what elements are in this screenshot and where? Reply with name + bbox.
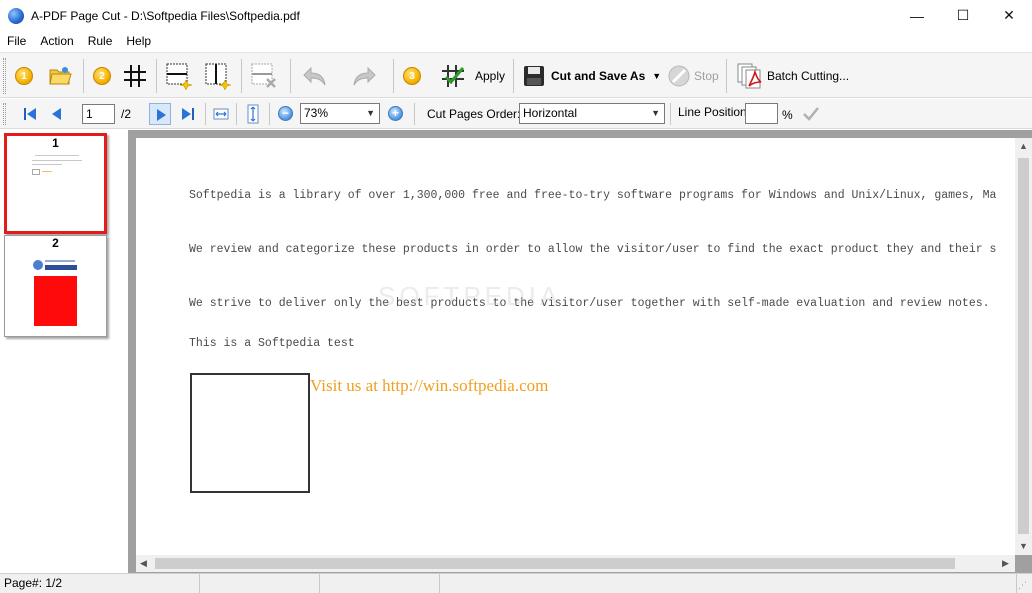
fit-height-icon[interactable] xyxy=(245,104,261,124)
menu-rule[interactable]: Rule xyxy=(81,31,120,51)
vertical-scrollbar[interactable]: ▲ ▼ xyxy=(1015,138,1032,555)
red-content-block xyxy=(34,276,77,326)
thumbnail-number: 2 xyxy=(52,236,59,250)
zoom-value: 73% xyxy=(304,106,329,120)
step1-badge: 1 xyxy=(15,61,33,91)
status-bar: Page#: 1/2 ⋰ xyxy=(0,573,1032,593)
chevron-down-icon: ▼ xyxy=(366,108,375,118)
menu-help[interactable]: Help xyxy=(119,31,158,51)
line-position-input[interactable] xyxy=(745,103,778,124)
title-bar: A-PDF Page Cut - D:\Softpedia Files\Soft… xyxy=(0,0,1032,31)
horizontal-scroll-thumb[interactable] xyxy=(155,558,955,569)
scroll-down-icon[interactable]: ▼ xyxy=(1019,541,1028,551)
thumbnail-page-1[interactable]: 1 xyxy=(4,133,107,234)
add-vertical-line-button[interactable] xyxy=(204,61,232,91)
cut-pages-order-value: Horizontal xyxy=(523,106,578,120)
status-cell xyxy=(320,574,440,593)
resize-grip-icon[interactable]: ⋰ xyxy=(1018,580,1027,591)
app-icon xyxy=(8,7,24,24)
open-file-button[interactable] xyxy=(48,61,72,91)
vertical-scroll-thumb[interactable] xyxy=(1018,158,1029,534)
window-title: A-PDF Page Cut - D:\Softpedia Files\Soft… xyxy=(31,8,300,23)
delete-line-button[interactable] xyxy=(250,61,278,91)
next-page-button[interactable] xyxy=(149,103,171,125)
menu-action[interactable]: Action xyxy=(33,31,80,51)
cut-pages-order-label: Cut Pages Order: xyxy=(427,107,521,121)
thumbnail-number: 1 xyxy=(52,136,59,150)
apply-label: Apply xyxy=(475,69,506,83)
document-text-line: We review and categorize these products … xyxy=(189,243,997,256)
stop-button[interactable]: Stop xyxy=(668,61,719,91)
horizontal-cut-icon xyxy=(166,63,193,90)
horizontal-scrollbar[interactable]: ◀ ▶ xyxy=(136,555,1015,572)
undo-button[interactable] xyxy=(301,61,329,91)
thumbnail-panel: 1 2 xyxy=(0,130,128,573)
redo-button[interactable] xyxy=(350,61,378,91)
stop-label: Stop xyxy=(694,69,719,83)
document-text-line: This is a Softpedia test xyxy=(189,337,355,350)
pdf-page[interactable]: Softpedia is a library of over 1,300,000… xyxy=(136,138,1015,555)
batch-cutting-button[interactable]: Batch Cutting... xyxy=(736,61,849,91)
status-page-info: Page#: 1/2 xyxy=(0,574,200,593)
zoom-out-button[interactable]: − xyxy=(278,106,293,121)
scroll-left-icon[interactable]: ◀ xyxy=(140,558,147,569)
navigation-toolbar: 1 /2 − 73% ▼ + Cut Pages Order: Horizont… xyxy=(0,99,1032,129)
grid-cut-button[interactable] xyxy=(123,61,147,91)
add-horizontal-line-button[interactable] xyxy=(165,61,193,91)
toolbar-grip[interactable] xyxy=(3,103,6,125)
dropdown-arrow-icon[interactable]: ▼ xyxy=(652,71,661,81)
batch-pdf-icon xyxy=(737,63,762,89)
step2-badge: 2 xyxy=(93,61,111,91)
menu-bar: File Action Rule Help xyxy=(0,31,1032,51)
cut-and-save-as-label: Cut and Save As xyxy=(551,69,646,83)
zoom-select[interactable]: 73% ▼ xyxy=(300,103,380,124)
first-page-icon[interactable] xyxy=(22,106,38,122)
status-cell xyxy=(200,574,320,593)
scroll-right-icon[interactable]: ▶ xyxy=(1002,558,1009,569)
vertical-cut-icon xyxy=(205,63,232,90)
document-link-text: Visit us at http://win.softpedia.com xyxy=(310,376,549,395)
cut-and-save-as-button[interactable]: Cut and Save As ▼ xyxy=(523,61,661,91)
stop-icon xyxy=(668,65,690,87)
next-page-icon xyxy=(157,109,166,121)
open-folder-icon xyxy=(49,67,72,85)
confirm-check-icon[interactable] xyxy=(802,106,820,122)
line-position-label: Line Position: xyxy=(678,105,751,119)
redo-icon xyxy=(353,66,376,86)
pdf-reactor-logo xyxy=(33,260,77,270)
minimize-button[interactable]: — xyxy=(894,0,940,31)
document-text-line: Softpedia is a library of over 1,300,000… xyxy=(189,189,997,202)
thumbnail-page-2[interactable]: 2 xyxy=(4,235,107,337)
close-button[interactable]: ✕ xyxy=(986,0,1032,31)
document-text-line: We strive to deliver only the best produ… xyxy=(189,297,990,310)
cut-pages-order-select[interactable]: Horizontal ▼ xyxy=(519,103,665,124)
page-number-input[interactable]: 1 xyxy=(82,104,115,124)
previous-page-icon[interactable] xyxy=(49,106,65,122)
watermark: SOFTPEDIA xyxy=(378,281,562,311)
document-image-box xyxy=(190,373,310,493)
scroll-up-icon[interactable]: ▲ xyxy=(1019,141,1028,151)
last-page-icon[interactable] xyxy=(180,106,196,122)
toolbar-grip[interactable] xyxy=(3,58,6,94)
main-toolbar: 1 2 3 Apply Cut and Save As ▼ Stop Batch… xyxy=(0,52,1032,98)
document-viewer: Softpedia is a library of over 1,300,000… xyxy=(128,130,1032,573)
zoom-in-button[interactable]: + xyxy=(388,106,403,121)
menu-file[interactable]: File xyxy=(0,31,33,51)
batch-cutting-label: Batch Cutting... xyxy=(767,69,850,83)
delete-cut-icon xyxy=(251,63,276,88)
fit-width-icon[interactable] xyxy=(213,106,229,122)
apply-button[interactable]: Apply xyxy=(440,61,505,91)
maximize-button[interactable]: ☐ xyxy=(940,0,986,31)
grid-icon xyxy=(124,65,146,87)
percent-label: % xyxy=(782,108,793,122)
save-disk-icon xyxy=(524,66,544,86)
step3-badge: 3 xyxy=(403,61,421,91)
undo-icon xyxy=(303,66,326,86)
chevron-down-icon: ▼ xyxy=(651,108,660,118)
apply-grid-icon xyxy=(442,65,465,87)
status-cell xyxy=(440,574,1017,593)
page-total-label: /2 xyxy=(121,107,132,121)
